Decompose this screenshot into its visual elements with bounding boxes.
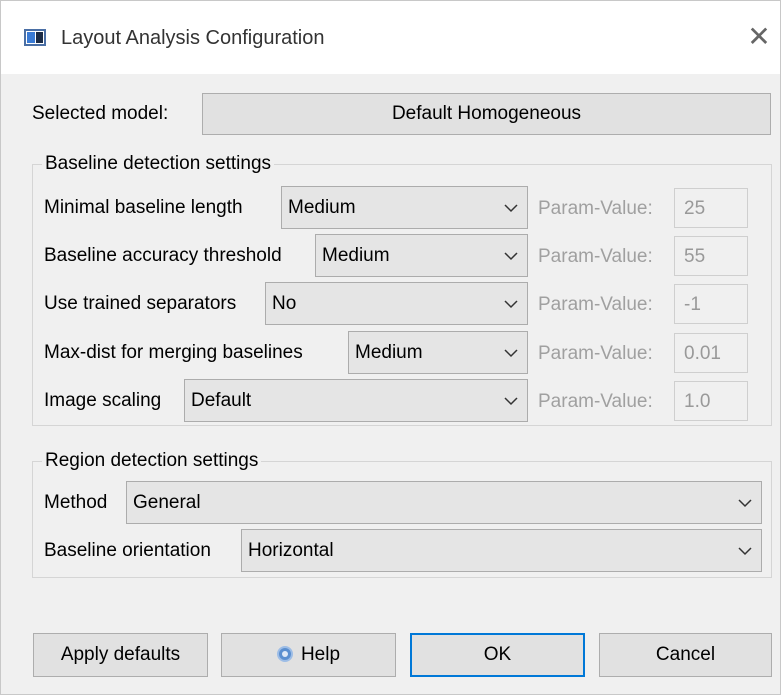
chevron-down-icon [504,204,518,213]
ok-button[interactable]: OK [410,633,585,677]
cancel-button[interactable]: Cancel [599,633,772,677]
param-value-label: Param-Value: [538,294,653,315]
method-select[interactable]: General [126,481,762,524]
select-value: Medium [355,342,423,363]
chevron-down-icon [504,349,518,358]
param-value-label: Param-Value: [538,198,653,219]
window-app-icon [24,29,46,46]
help-icon [276,646,293,662]
max-dist-merging-select[interactable]: Medium [348,331,528,374]
param-value-field: -1 [674,284,748,324]
max-dist-merging-label: Max-dist for merging baselines [44,342,303,363]
param-value: -1 [684,294,701,315]
param-value: 25 [684,198,706,219]
help-label: Help [300,644,341,665]
param-value-label: Param-Value: [538,246,653,267]
baseline-detection-title: Baseline detection settings [42,153,275,175]
selected-model-button[interactable]: Default Homogeneous [202,93,771,135]
baseline-orientation-label: Baseline orientation [44,540,211,561]
baseline-accuracy-threshold-select[interactable]: Medium [315,234,528,277]
param-value-label: Param-Value: [538,391,653,412]
region-detection-title: Region detection settings [42,450,262,472]
selected-model-label: Selected model: [32,103,169,124]
image-scaling-label: Image scaling [44,390,162,411]
dialog-window: Layout Analysis Configuration ✕ Selected… [0,0,781,695]
image-scaling-select[interactable]: Default [184,379,528,422]
select-value: General [133,492,201,513]
param-value-field: 55 [674,236,748,276]
select-value: No [272,293,297,314]
baseline-accuracy-threshold-label: Baseline accuracy threshold [44,245,282,266]
window-title: Layout Analysis Configuration [61,27,325,49]
param-value-field: 0.01 [674,333,748,373]
param-value-field: 1.0 [674,381,748,421]
use-trained-separators-select[interactable]: No [265,282,528,325]
chevron-down-icon [504,397,518,406]
minimal-baseline-length-select[interactable]: Medium [281,186,528,229]
param-value-label: Param-Value: [538,343,653,364]
title-bar[interactable]: Layout Analysis Configuration ✕ [1,1,780,74]
param-value: 1.0 [684,391,711,412]
baseline-orientation-select[interactable]: Horizontal [241,529,762,572]
help-button[interactable]: Help [221,633,396,677]
select-value: Default [191,390,252,411]
use-trained-separators-label: Use trained separators [44,293,237,314]
close-icon[interactable]: ✕ [747,23,771,51]
chevron-down-icon [738,499,752,508]
select-value: Medium [288,197,356,218]
select-value: Horizontal [248,540,334,561]
chevron-down-icon [504,300,518,309]
chevron-down-icon [738,547,752,556]
param-value: 55 [684,246,706,267]
chevron-down-icon [504,252,518,261]
param-value-field: 25 [674,188,748,228]
select-value: Medium [322,245,390,266]
method-label: Method [44,492,108,513]
param-value: 0.01 [684,343,721,364]
minimal-baseline-length-label: Minimal baseline length [44,197,243,218]
apply-defaults-button[interactable]: Apply defaults [33,633,208,677]
